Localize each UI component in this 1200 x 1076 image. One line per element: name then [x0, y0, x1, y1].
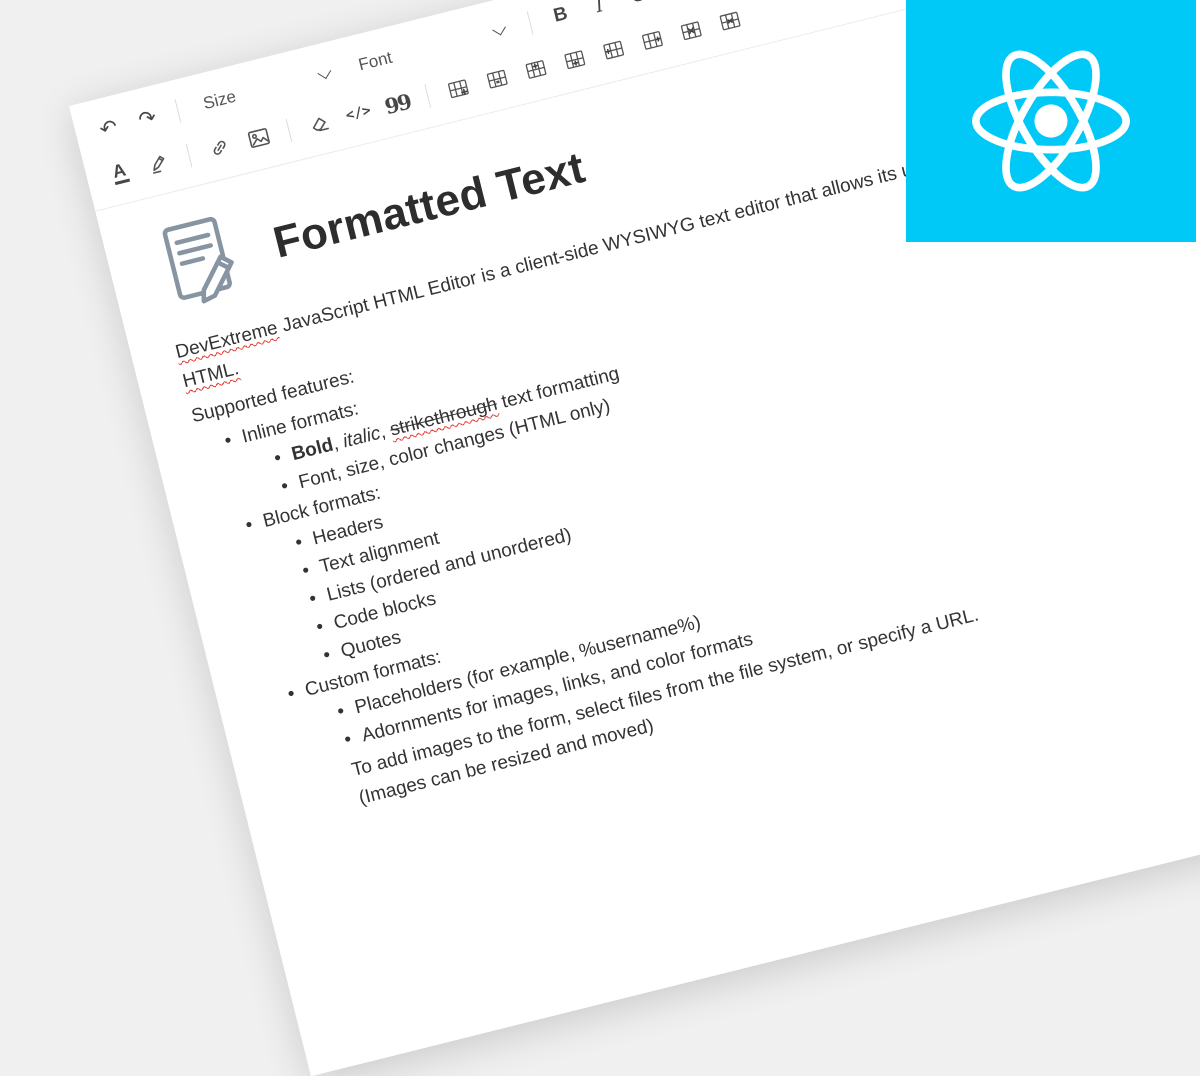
insert-row-above-icon[interactable]	[517, 49, 554, 89]
intro-line2: HTML.	[181, 358, 241, 392]
delete-table-icon[interactable]	[672, 10, 709, 50]
toolbar-separator	[186, 144, 193, 168]
blockquote-icon[interactable]: 99	[378, 83, 415, 123]
undo-icon[interactable]: ↶	[90, 108, 127, 148]
chevron-down-icon	[492, 22, 506, 36]
cell-properties-icon[interactable]	[478, 58, 515, 98]
bold-button[interactable]: B	[542, 0, 579, 35]
toolbar-separator	[424, 84, 431, 108]
spellcheck-word: DevExtreme	[173, 317, 280, 363]
delete-row-icon[interactable]	[711, 0, 748, 40]
font-color-icon[interactable]: A	[101, 153, 138, 193]
italic-button[interactable]: I	[581, 0, 618, 26]
insert-table-icon[interactable]	[440, 68, 477, 108]
underline-button[interactable]: U	[658, 0, 695, 6]
background-color-icon[interactable]	[140, 143, 177, 183]
toolbar-separator	[286, 119, 293, 143]
size-select-label: Size	[201, 87, 238, 114]
image-icon[interactable]	[240, 118, 277, 158]
toolbar-separator	[175, 99, 182, 123]
link-icon[interactable]	[201, 128, 238, 168]
insert-column-left-icon[interactable]	[595, 29, 632, 69]
chevron-down-icon	[318, 65, 332, 79]
formatted-text-icon	[151, 206, 257, 316]
insert-row-below-icon[interactable]	[556, 39, 593, 79]
toolbar-separator	[527, 11, 534, 35]
font-select-label: Font	[356, 48, 394, 76]
react-brand-card	[906, 0, 1196, 242]
insert-column-right-icon[interactable]	[634, 20, 671, 60]
eraser-icon[interactable]	[301, 103, 338, 143]
react-logo-icon	[965, 35, 1137, 207]
code-block-icon[interactable]: </>	[340, 93, 377, 133]
redo-icon[interactable]: ↷	[129, 98, 166, 138]
strikethrough-button[interactable]: S	[620, 0, 657, 16]
